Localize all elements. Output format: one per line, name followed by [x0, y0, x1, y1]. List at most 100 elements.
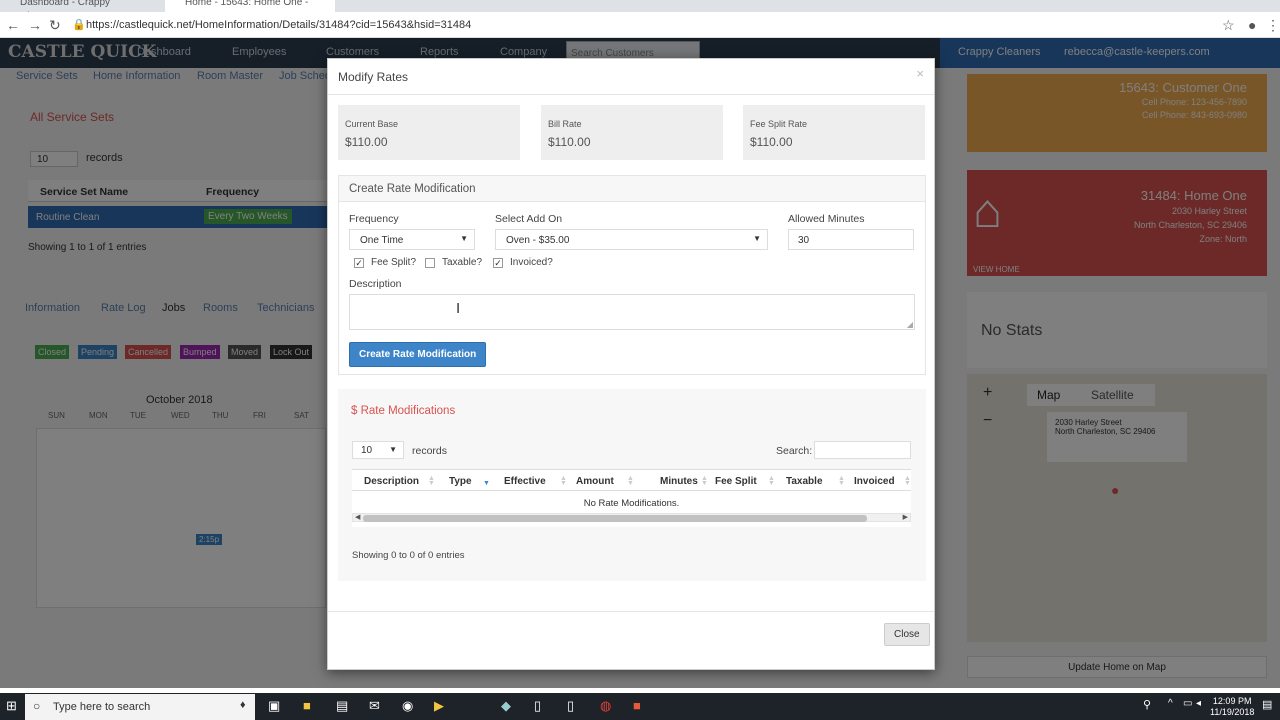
bookmark-star-icon[interactable]: ☆ [1222, 17, 1235, 34]
menu-icon[interactable]: ⋮ [1266, 17, 1280, 34]
windows-taskbar: ⊞ Type here to search ○ ♦ ▣ ■ ▤ ✉ ◉ ▶ ◆ … [0, 693, 1280, 720]
system-clock[interactable]: 12:09 PM 11/19/2018 [1210, 696, 1254, 718]
media-icon[interactable]: ▶ [434, 698, 444, 714]
minutes-label: Allowed Minutes [788, 213, 865, 225]
chevron-down-icon: ▼ [753, 234, 761, 243]
rm-table-head: Description ▲ ▼ Type ▼ Effective ▲ ▼ Amoun… [352, 469, 911, 491]
rate-modifications-panel: $ Rate Modifications 10 ▼ records Search… [338, 389, 926, 581]
rm-page-size-value: 10 [361, 445, 373, 456]
current-base-label: Current Base [345, 119, 399, 129]
people-icon[interactable]: ⚲ [1143, 698, 1151, 711]
col-minutes[interactable]: Minutes [660, 476, 698, 487]
network-icon[interactable]: ▭ [1183, 698, 1192, 709]
fee-split-checkbox[interactable]: ✓ [354, 258, 364, 268]
sort-desc-icon: ▼ [483, 480, 490, 487]
sort-icon: ▲ ▼ [904, 475, 911, 487]
sort-icon: ▲ ▼ [428, 475, 435, 487]
create-rate-panel: Create Rate Modification Frequency One T… [338, 175, 926, 375]
current-base-value: $110.00 [345, 135, 388, 149]
bill-rate-card: Bill Rate $110.00 [541, 105, 723, 160]
back-icon[interactable]: ← [6, 17, 20, 33]
forward-icon[interactable]: → [28, 17, 42, 33]
profile-icon[interactable]: ● [1248, 17, 1256, 33]
browser-tab-dashboard[interactable]: Dashboard - Crappy Cleaners [0, 0, 160, 12]
chrome-icon[interactable]: ◍ [600, 698, 611, 714]
allowed-minutes-input[interactable]: 30 [788, 229, 914, 250]
modal-footer: Close [328, 611, 934, 669]
bill-rate-label: Bill Rate [548, 119, 582, 129]
addon-label: Select Add On [495, 213, 563, 225]
description-textarea[interactable]: ◢ [349, 294, 915, 330]
rm-records-label: records [412, 445, 448, 457]
col-description[interactable]: Description [364, 476, 419, 487]
store-icon[interactable]: ▤ [336, 698, 348, 714]
task-view-icon[interactable]: ▣ [268, 698, 280, 714]
notifications-icon[interactable]: ▤ [1262, 698, 1272, 711]
close-button[interactable]: Close [884, 623, 930, 646]
modal-header: Modify Rates × [328, 59, 934, 95]
col-taxable[interactable]: Taxable [786, 476, 823, 487]
frequency-label: Frequency [349, 213, 399, 225]
reload-icon[interactable]: ↻ [49, 17, 61, 34]
invoiced-checkbox[interactable]: ✓ [493, 258, 503, 268]
scroll-right-icon[interactable]: ▶ [903, 513, 908, 521]
col-type[interactable]: Type [449, 476, 472, 487]
rm-horizontal-scrollbar[interactable]: ◀ ▶ [352, 513, 911, 522]
taskbar-search-input[interactable]: Type here to search [25, 694, 255, 720]
frequency-select[interactable]: One Time ▼ [349, 229, 475, 250]
bill-rate-value: $110.00 [548, 135, 591, 149]
notes-icon[interactable]: ◆ [501, 698, 511, 714]
current-base-card: Current Base $110.00 [338, 105, 520, 160]
chevron-down-icon: ▼ [460, 234, 468, 243]
description-label: Description [349, 278, 402, 290]
windows-start-icon[interactable]: ⊞ [6, 698, 17, 714]
document-icon[interactable]: ▯ [534, 698, 541, 714]
taxable-checkbox[interactable] [425, 258, 435, 268]
text-cursor-icon: I [456, 300, 461, 317]
fee-split-rate-card: Fee Split Rate $110.00 [743, 105, 925, 160]
browser-tab-strip: Dashboard - Crappy Cleaners Home - 15643… [0, 0, 1280, 12]
file-explorer-icon[interactable]: ■ [303, 698, 311, 713]
rm-table-body: No Rate Modifications. ◀ ▶ [352, 491, 911, 527]
document-2-icon[interactable]: ▯ [567, 698, 574, 714]
taxable-label: Taxable? [442, 257, 483, 268]
fee-split-rate-label: Fee Split Rate [750, 119, 808, 129]
rm-search-label: Search: [776, 445, 813, 457]
col-fee-split[interactable]: Fee Split [715, 476, 757, 487]
search-icon: ○ [33, 699, 41, 713]
create-rate-modification-button[interactable]: Create Rate Modification [349, 342, 487, 367]
fee-split-label: Fee Split? [371, 257, 417, 268]
sort-icon: ▲ ▼ [768, 475, 775, 487]
sort-icon: ▲ ▼ [838, 475, 845, 487]
browser-tab-home[interactable]: Home - 15643: Home One - Ca [165, 0, 335, 12]
rm-search-input[interactable] [814, 441, 911, 459]
tray-chevron-icon[interactable]: ^ [1168, 698, 1173, 709]
fee-split-rate-value: $110.00 [750, 135, 793, 149]
sort-icon: ▲ ▼ [560, 475, 567, 487]
addon-select[interactable]: Oven - $35.00 ▼ [495, 229, 768, 250]
addon-value: Oven - $35.00 [506, 235, 570, 246]
modify-rates-modal: Modify Rates × Current Base $110.00 Bill… [327, 58, 935, 670]
rm-page-size-select[interactable]: 10 ▼ [352, 441, 404, 459]
recorder-icon[interactable]: ■ [633, 698, 641, 713]
lock-icon: 🔒 [72, 19, 86, 31]
microphone-icon[interactable]: ♦ [240, 699, 246, 711]
resize-handle-icon[interactable]: ◢ [907, 320, 913, 329]
app-icon[interactable]: ◉ [402, 698, 413, 714]
col-amount[interactable]: Amount [576, 476, 614, 487]
sort-icon: ▲ ▼ [701, 475, 708, 487]
col-effective[interactable]: Effective [504, 476, 546, 487]
clock-date: 11/19/2018 [1210, 707, 1255, 717]
url-field[interactable]: https://castlequick.net/HomeInformation/… [86, 19, 471, 31]
invoiced-label: Invoiced? [510, 257, 553, 268]
scroll-left-icon[interactable]: ◀ [355, 513, 360, 521]
scrollbar-thumb[interactable] [363, 515, 867, 522]
mail-icon[interactable]: ✉ [369, 698, 380, 714]
modal-close-icon[interactable]: × [916, 66, 924, 81]
volume-icon[interactable]: ◂ [1196, 698, 1201, 709]
create-rate-panel-title: Create Rate Modification [339, 176, 925, 202]
col-invoiced[interactable]: Invoiced [854, 476, 895, 487]
modal-title: Modify Rates [338, 70, 409, 84]
chevron-down-icon: ▼ [389, 445, 397, 454]
rm-empty-message: No Rate Modifications. [583, 498, 680, 509]
